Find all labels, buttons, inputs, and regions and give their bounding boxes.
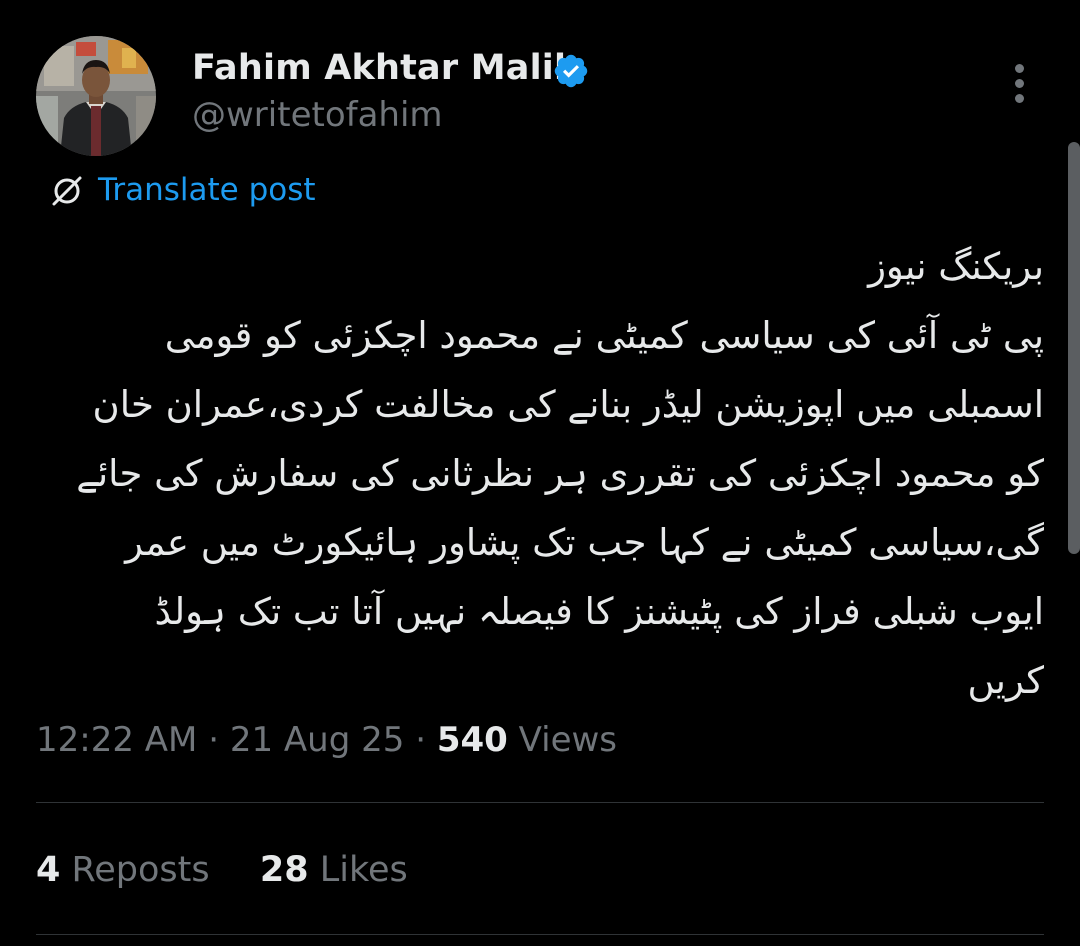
reposts-count: 4 bbox=[36, 850, 61, 890]
tweet-text-line: ایوب شبلی فراز کی پٹیشنز کا فیصلہ نہیں آ… bbox=[154, 590, 1044, 633]
divider bbox=[36, 802, 1044, 803]
likes-label: Likes bbox=[319, 850, 408, 890]
more-options-button[interactable] bbox=[1000, 58, 1040, 108]
engagement-stats: 4 Reposts 28 Likes bbox=[36, 850, 408, 890]
tweet-text-line: گی،سیاسی کمیٹی نے کہا جب تک پشاور ہائیکو… bbox=[125, 521, 1044, 564]
tweet-text-line: بریکنگ نیوز bbox=[868, 245, 1044, 288]
more-options-dot-icon bbox=[1015, 64, 1024, 73]
scrollbar[interactable] bbox=[1068, 142, 1080, 554]
translate-icon[interactable] bbox=[48, 172, 86, 210]
reposts-label: Reposts bbox=[71, 850, 210, 890]
avatar-image bbox=[36, 36, 156, 156]
meta-separator: · bbox=[415, 720, 426, 760]
more-options-dot-icon bbox=[1015, 79, 1024, 88]
tweet-text-line: کریں bbox=[967, 659, 1045, 702]
divider bbox=[36, 934, 1044, 935]
author-display-name[interactable]: Fahim Akhtar Malik bbox=[192, 48, 577, 88]
views-count: 540 bbox=[436, 720, 508, 760]
tweet-text-line: کو محمود اچکزئی کی تقرری ہر نظرثانی کی س… bbox=[76, 452, 1044, 495]
translate-post-link[interactable]: Translate post bbox=[98, 172, 316, 208]
views-label: Views bbox=[518, 720, 618, 760]
author-handle[interactable]: @writetofahim bbox=[192, 95, 443, 135]
avatar[interactable] bbox=[36, 36, 156, 156]
tweet-time[interactable]: 12:22 AM bbox=[36, 720, 197, 760]
reposts-stat[interactable]: 4 Reposts bbox=[36, 850, 221, 890]
tweet-text: بریکنگ نیوز پی ٹی آئی کی سیاسی کمیٹی نے … bbox=[44, 232, 1044, 715]
tweet-text-line: پی ٹی آئی کی سیاسی کمیٹی نے محمود اچکزئی… bbox=[164, 314, 1044, 357]
likes-stat[interactable]: 28 Likes bbox=[260, 850, 408, 890]
likes-count: 28 bbox=[259, 850, 309, 890]
meta-separator: · bbox=[208, 720, 220, 760]
tweet-text-line: اسمبلی میں اپوزیشن لیڈر بنانے کی مخالفت … bbox=[92, 383, 1044, 426]
tweet-date[interactable]: 21 Aug 25 bbox=[230, 720, 405, 760]
more-options-dot-icon bbox=[1015, 94, 1024, 103]
tweet-metadata: 12:22 AM · 21 Aug 25 · 540 Views bbox=[36, 720, 617, 760]
verified-badge-icon bbox=[552, 52, 590, 90]
